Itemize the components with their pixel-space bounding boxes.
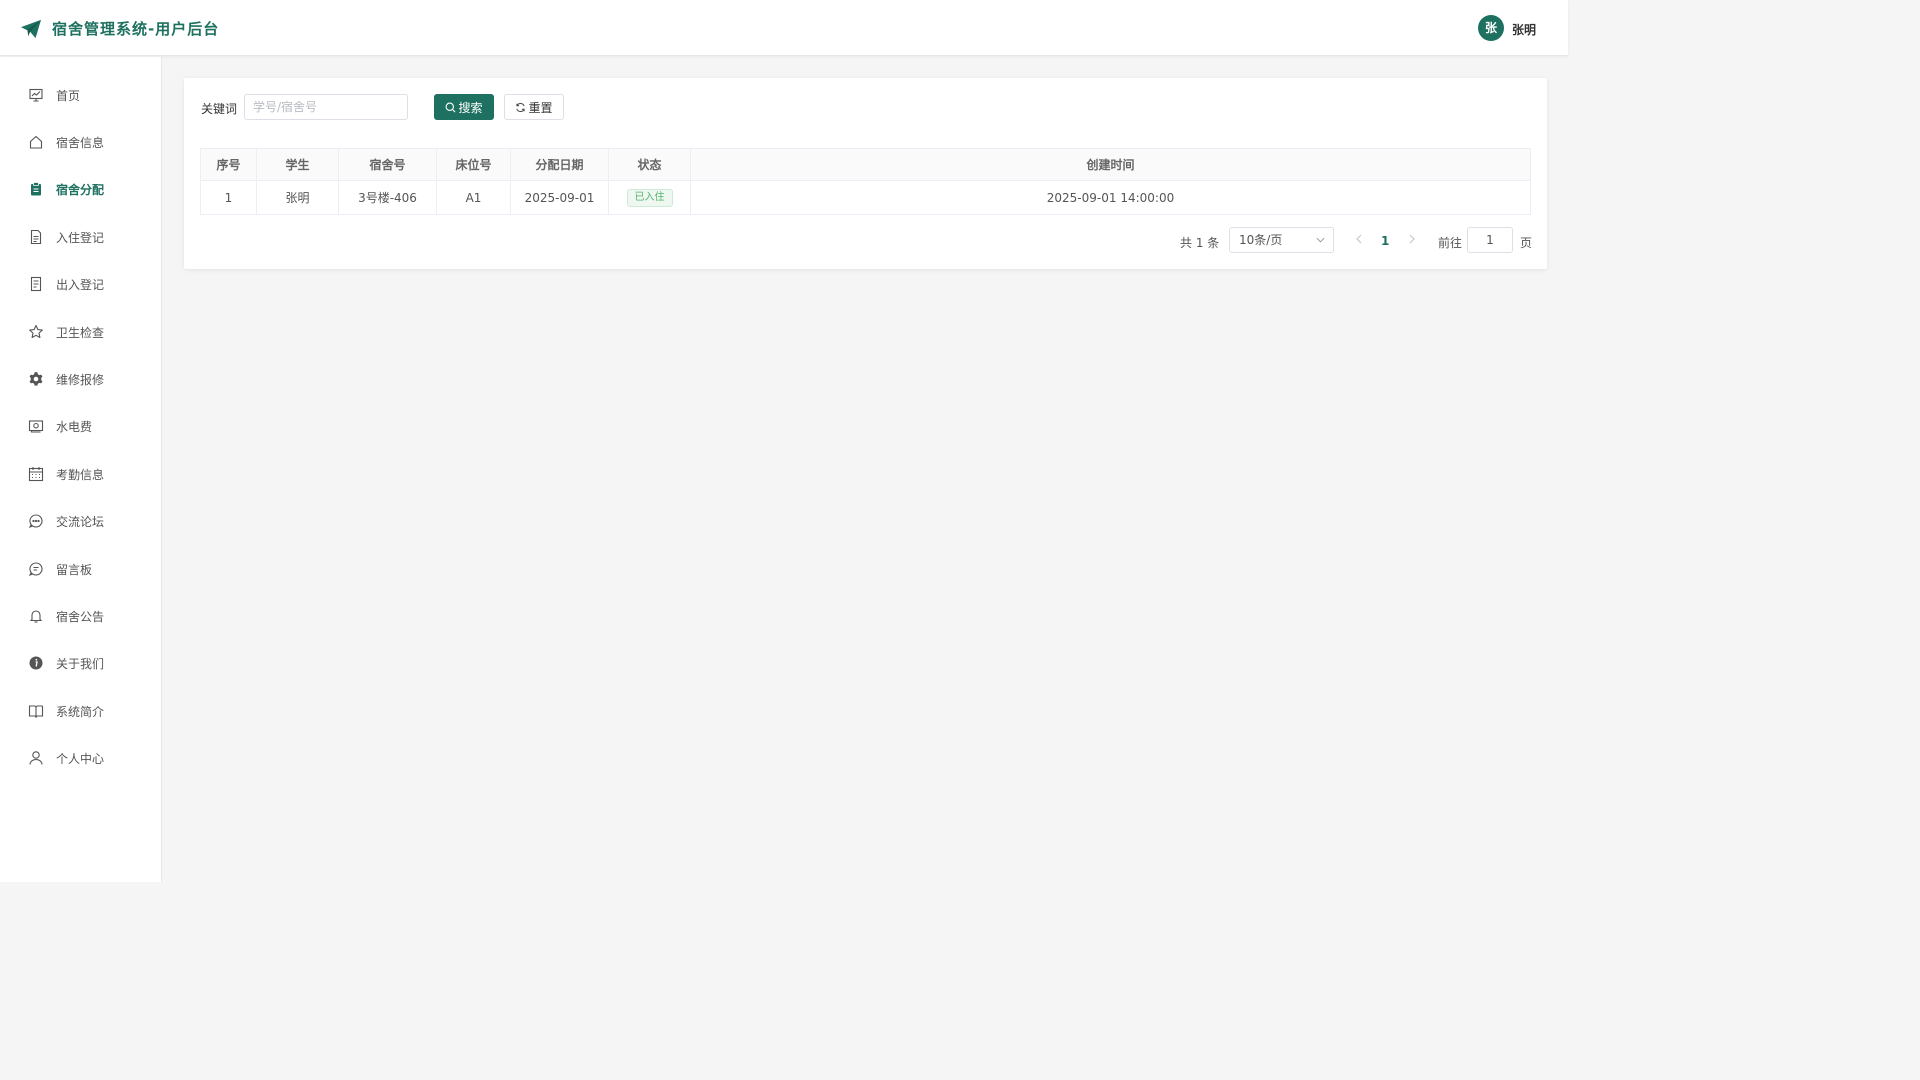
keyword-label: 关键词 <box>201 102 238 116</box>
column-header: 状态 <box>608 148 691 181</box>
column-header: 学生 <box>256 148 339 181</box>
sidebar-item-forum[interactable]: 交流论坛 <box>0 501 162 541</box>
sidebar-item-label: 出入登记 <box>56 278 105 292</box>
sidebar-item-dorm-assign[interactable]: 宿舍分配 <box>0 169 162 209</box>
column-header: 宿舍号 <box>338 148 437 181</box>
document-list-icon <box>30 276 42 292</box>
sidebar-item-message-board[interactable]: 留言板 <box>0 549 162 589</box>
sidebar-item-label: 首页 <box>56 89 81 103</box>
goto-page-input[interactable] <box>1467 227 1513 253</box>
reset-button[interactable]: 重置 <box>504 94 564 120</box>
column-header: 序号 <box>200 148 257 181</box>
chevron-down-icon <box>1316 237 1325 243</box>
table-header-row: 序号 学生 宿舍号 床位号 分配日期 状态 创建时间 <box>200 148 1531 181</box>
sidebar-item-intro[interactable]: 系统简介 <box>0 691 162 731</box>
bell-icon <box>29 610 43 623</box>
search-button-label: 搜索 <box>458 100 483 115</box>
chat-dots-icon <box>28 514 43 529</box>
sidebar-item-label: 水电费 <box>56 420 93 434</box>
sidebar-item-label: 维修报修 <box>56 373 105 387</box>
paper-plane-icon <box>21 19 41 39</box>
column-header: 床位号 <box>436 148 511 181</box>
next-page-icon[interactable] <box>1407 233 1417 245</box>
sidebar-item-label: 考勤信息 <box>56 468 105 482</box>
chart-board-icon <box>29 88 43 102</box>
sidebar-item-label: 个人中心 <box>56 752 105 766</box>
page-number-current[interactable]: 1 <box>1381 234 1389 248</box>
table-row[interactable]: 1 张明 3号楼-406 A1 2025-09-01 已入住 2025-09-0… <box>200 180 1531 215</box>
sidebar-item-label: 关于我们 <box>56 657 105 671</box>
cell-date: 2025-09-01 <box>510 180 609 215</box>
sidebar-item-label: 留言板 <box>56 563 93 577</box>
calendar-icon <box>28 467 44 482</box>
sidebar-item-profile[interactable]: 个人中心 <box>0 738 162 778</box>
sidebar-item-label: 宿舍信息 <box>56 136 105 150</box>
cell-student: 张明 <box>256 180 339 215</box>
top-header: 宿舍管理系统-用户后台 张 张明 <box>0 0 1568 56</box>
sidebar-item-home[interactable]: 首页 <box>0 75 162 115</box>
content-card: 关键词 搜索 重置 序号 学生 宿舍号 床位号 分配日期 状态 创 <box>184 78 1547 269</box>
cell-created: 2025-09-01 14:00:00 <box>690 180 1531 215</box>
money-icon <box>28 420 44 433</box>
message-icon <box>28 562 43 577</box>
sidebar-item-dorm-info[interactable]: 宿舍信息 <box>0 122 162 162</box>
sidebar-item-label: 系统简介 <box>56 705 105 719</box>
cell-status: 已入住 <box>608 180 691 215</box>
user-icon <box>29 751 43 765</box>
cell-bed: A1 <box>436 180 511 215</box>
assignment-table: 序号 学生 宿舍号 床位号 分配日期 状态 创建时间 1 张明 3号楼-406 … <box>200 148 1531 215</box>
column-header: 创建时间 <box>690 148 1531 181</box>
avatar[interactable]: 张 <box>1478 15 1504 41</box>
page-size-value: 10条/页 <box>1239 233 1283 247</box>
sidebar-item-utilities[interactable]: 水电费 <box>0 406 162 446</box>
sidebar-item-about[interactable]: 关于我们 <box>0 643 162 683</box>
sidebar-item-label: 入住登记 <box>56 231 105 245</box>
book-icon <box>28 705 44 719</box>
gear-icon <box>29 372 43 386</box>
sidebar-item-attendance[interactable]: 考勤信息 <box>0 454 162 494</box>
page-unit-label: 页 <box>1520 236 1533 250</box>
sidebar-item-label: 卫生检查 <box>56 326 105 340</box>
keyword-input[interactable] <box>244 94 408 120</box>
sidebar-item-checkin[interactable]: 入住登记 <box>0 217 162 257</box>
clipboard-icon <box>31 182 41 196</box>
sidebar-item-access-log[interactable]: 出入登记 <box>0 264 162 304</box>
sidebar-item-repair[interactable]: 维修报修 <box>0 359 162 399</box>
sidebar-item-label: 宿舍公告 <box>56 610 105 624</box>
goto-label: 前往 <box>1438 236 1463 250</box>
refresh-icon <box>516 102 526 112</box>
pagination-total: 共 1 条 <box>1180 236 1220 250</box>
sidebar-item-hygiene[interactable]: 卫生检查 <box>0 312 162 352</box>
sidebar-item-announcements[interactable]: 宿舍公告 <box>0 596 162 636</box>
search-icon <box>446 102 456 112</box>
app-title: 宿舍管理系统-用户后台 <box>52 20 220 38</box>
star-icon <box>29 324 43 339</box>
cell-dorm: 3号楼-406 <box>338 180 437 215</box>
document-icon <box>30 229 42 245</box>
search-button[interactable]: 搜索 <box>434 94 494 120</box>
home-icon <box>29 135 43 149</box>
cell-index: 1 <box>200 180 257 215</box>
sidebar: 首页 宿舍信息 宿舍分配 入住登记 出入登记 卫生检查 维修报修 水电费 考勤信… <box>0 57 162 882</box>
column-header: 分配日期 <box>510 148 609 181</box>
page-size-select[interactable]: 10条/页 <box>1229 227 1334 253</box>
username[interactable]: 张明 <box>1512 21 1536 38</box>
info-icon <box>29 656 43 670</box>
sidebar-item-label: 交流论坛 <box>56 515 105 529</box>
reset-button-label: 重置 <box>528 100 553 115</box>
sidebar-item-label: 宿舍分配 <box>56 183 105 197</box>
status-badge: 已入住 <box>626 188 673 207</box>
prev-page-icon[interactable] <box>1354 233 1364 245</box>
